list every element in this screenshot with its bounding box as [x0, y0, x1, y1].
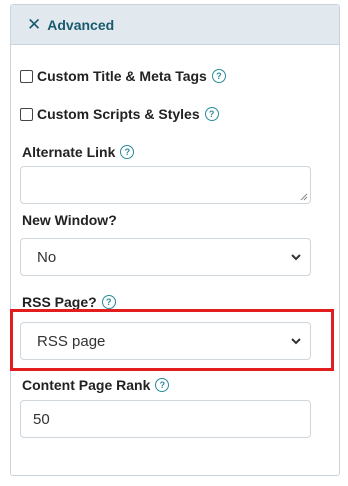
new-window-label: New Window? — [22, 212, 117, 228]
custom-scripts-row: Custom Scripts & Styles ? — [20, 106, 219, 122]
advanced-panel-header[interactable]: ✕ Advanced — [11, 5, 339, 45]
chevron-down-icon — [291, 338, 301, 345]
help-icon[interactable]: ? — [211, 69, 226, 83]
content-page-rank-label-row: Content Page Rank ? — [22, 377, 170, 393]
new-window-selected: No — [37, 248, 57, 266]
content-page-rank-input[interactable]: 50 — [20, 400, 311, 438]
chevron-down-icon — [291, 254, 301, 261]
custom-scripts-label: Custom Scripts & Styles — [37, 106, 200, 122]
help-icon[interactable]: ? — [155, 378, 170, 392]
rss-page-label: RSS Page? — [22, 294, 97, 310]
close-icon[interactable]: ✕ — [27, 16, 41, 33]
resize-handle-icon[interactable] — [300, 193, 308, 201]
help-icon[interactable]: ? — [120, 145, 135, 159]
rss-page-selected: RSS page — [37, 332, 106, 350]
new-window-select[interactable]: No — [20, 238, 311, 276]
alternate-link-label: Alternate Link — [22, 144, 116, 160]
panel-title: Advanced — [47, 16, 115, 33]
custom-scripts-checkbox[interactable] — [20, 107, 33, 121]
help-icon[interactable]: ? — [101, 295, 116, 309]
rss-page-label-row: RSS Page? ? — [22, 294, 116, 310]
help-icon[interactable]: ? — [204, 107, 219, 121]
alternate-link-textarea[interactable] — [20, 166, 311, 204]
alternate-link-label-row: Alternate Link ? — [22, 144, 135, 160]
custom-title-checkbox[interactable] — [20, 69, 33, 83]
custom-title-label: Custom Title & Meta Tags — [37, 68, 207, 84]
content-page-rank-value: 50 — [33, 410, 50, 428]
content-page-rank-label: Content Page Rank — [22, 377, 151, 393]
new-window-label-row: New Window? — [22, 212, 117, 228]
rss-page-select[interactable]: RSS page — [20, 322, 311, 360]
custom-title-row: Custom Title & Meta Tags ? — [20, 68, 226, 84]
